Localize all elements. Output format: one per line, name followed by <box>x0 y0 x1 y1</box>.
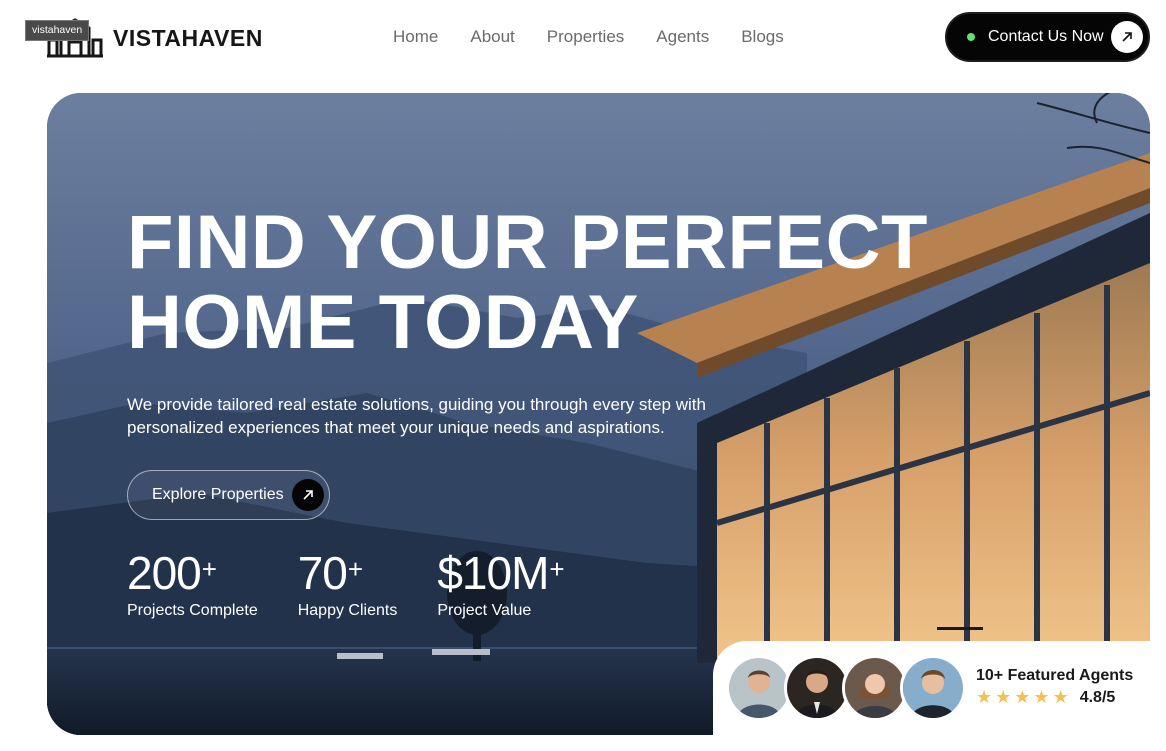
stat-value: 200 <box>127 547 202 599</box>
hero-title-line-2: HOME TODAY <box>127 280 639 365</box>
stat-label: Projects Complete <box>127 602 258 619</box>
avatar[interactable] <box>842 655 908 721</box>
nav-blogs[interactable]: Blogs <box>741 26 784 48</box>
stat-suffix: + <box>201 554 217 584</box>
stat-value: $10M <box>437 547 549 599</box>
hero-title-line-1: FIND YOUR PERFECT <box>127 200 928 285</box>
stat-clients: 70+ Happy Clients <box>298 548 398 620</box>
avatar[interactable] <box>900 655 966 721</box>
nav-agents[interactable]: Agents <box>656 26 709 48</box>
arrow-up-right-icon <box>1111 21 1143 53</box>
status-dot <box>967 33 975 41</box>
star-icon: ★ <box>995 687 1012 707</box>
stat-suffix: + <box>347 554 363 584</box>
featured-agents-title: 10+ Featured Agents <box>976 667 1134 684</box>
avatar[interactable] <box>726 655 792 721</box>
arrow-up-right-icon <box>292 479 324 511</box>
logo-tooltip: vistahaven <box>25 20 90 41</box>
stat-value-total: $10M+ Project Value <box>437 547 564 620</box>
star-icon: ★ <box>976 687 993 707</box>
stat-suffix: + <box>549 554 564 584</box>
contact-button-label: Contact Us Now <box>988 28 1104 45</box>
stat-value: 70 <box>297 547 348 599</box>
explore-properties-button[interactable]: Explore Properties <box>127 470 330 520</box>
featured-agents-card[interactable]: 10+ Featured Agents ★ ★ ★ ★ ★ 4.8/5 <box>713 641 1166 751</box>
agent-avatars <box>726 655 966 721</box>
star-icon: ★ <box>1014 687 1031 707</box>
contact-us-button[interactable]: Contact Us Now <box>945 12 1150 62</box>
brand-name: VISTAHAVEN <box>113 24 263 51</box>
hero-subtitle-line-1: We provide tailored real estate solution… <box>127 395 706 414</box>
nav-about[interactable]: About <box>470 26 514 48</box>
avatar[interactable] <box>784 655 850 721</box>
main-nav: Home About Properties Agents Blogs <box>393 26 816 48</box>
stats-row: 200+ Projects Complete 70+ Happy Clients… <box>127 548 604 620</box>
hero-subtitle: We provide tailored real estate solution… <box>127 393 767 439</box>
hero-subtitle-line-2: personalized experiences that meet your … <box>127 418 665 437</box>
hero-title: FIND YOUR PERFECT HOME TODAY <box>127 203 928 363</box>
rating-value: 4.8/5 <box>1079 688 1116 706</box>
explore-button-label: Explore Properties <box>152 486 284 503</box>
stat-label: Project Value <box>437 602 532 619</box>
nav-home[interactable]: Home <box>393 26 438 48</box>
hero-banner: FIND YOUR PERFECT HOME TODAY We provide … <box>47 93 1150 735</box>
rating-stars: ★ ★ ★ ★ ★ 4.8/5 <box>976 687 1115 708</box>
nav-properties[interactable]: Properties <box>547 26 624 48</box>
stat-projects: 200+ Projects Complete <box>127 548 258 620</box>
star-icon: ★ <box>1052 687 1069 707</box>
star-icon: ★ <box>1033 687 1050 707</box>
stat-label: Happy Clients <box>297 602 398 619</box>
